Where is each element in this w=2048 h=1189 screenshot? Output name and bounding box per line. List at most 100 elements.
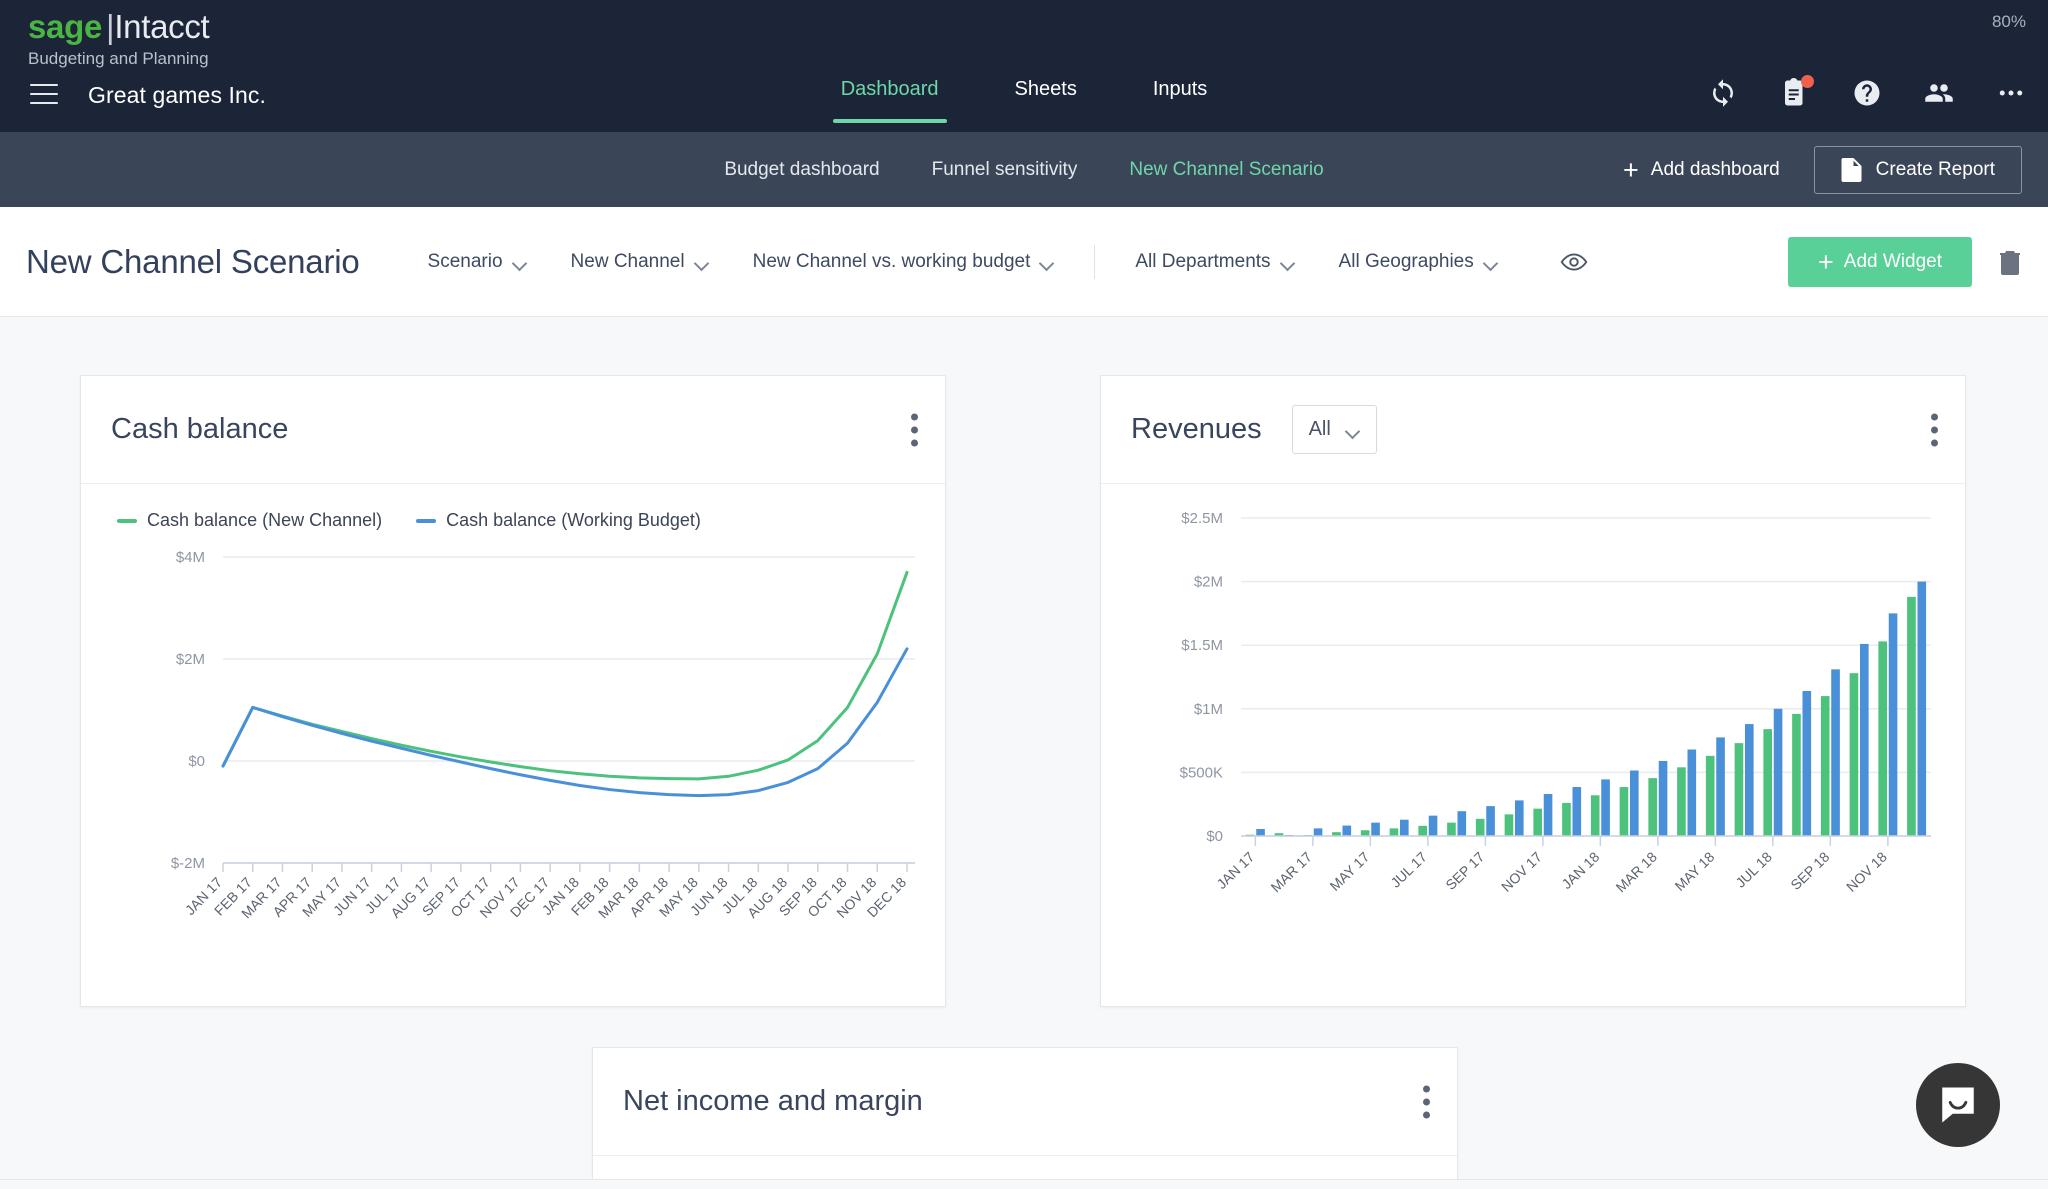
plus-icon: + <box>1817 246 1834 277</box>
svg-text:$2M: $2M <box>1194 574 1223 591</box>
svg-text:JAN 17: JAN 17 <box>1213 849 1257 893</box>
dashboard-actions: + Add dashboard Create Report <box>1622 145 2022 194</box>
tab-sheets[interactable]: Sheets <box>1007 74 1085 123</box>
revenues-scope-select[interactable]: All <box>1291 405 1377 454</box>
filter-scenario[interactable]: Scenario <box>406 245 549 279</box>
widget-menu-icon[interactable] <box>911 413 919 446</box>
svg-text:SEP 17: SEP 17 <box>1442 849 1487 893</box>
brand-logo: sage |Intacct Budgeting and Planning <box>28 8 210 70</box>
svg-text:MAR 18: MAR 18 <box>1612 849 1660 896</box>
clipboard-icon[interactable] <box>1780 75 1814 108</box>
help-icon[interactable] <box>1852 78 1882 108</box>
svg-text:SEP 18: SEP 18 <box>1787 849 1832 893</box>
filter-geographies[interactable]: All Geographies <box>1317 245 1520 279</box>
filter-departments-label: All Departments <box>1135 250 1271 272</box>
top-header-bar: sage |Intacct Budgeting and Planning 80% … <box>0 0 2048 132</box>
widget-body: $2.5M $2M $1.5M $1M $500K $0 JAN 17 MAR 17 MAY 1… <box>1101 484 1965 1006</box>
users-icon[interactable] <box>1924 78 1954 108</box>
widget-cash-balance: Cash balance Cash balance (New Channel) … <box>80 375 946 1007</box>
add-dashboard-button[interactable]: + Add dashboard <box>1622 154 1780 185</box>
add-dashboard-label: Add dashboard <box>1650 158 1780 180</box>
widget-menu-icon[interactable] <box>1931 413 1939 446</box>
chevron-down-icon <box>1347 426 1360 434</box>
filter-new-channel[interactable]: New Channel <box>549 245 731 279</box>
svg-text:$0: $0 <box>1206 828 1223 845</box>
svg-text:JAN 18: JAN 18 <box>1558 849 1602 893</box>
chat-bubble-icon <box>1942 1087 1974 1123</box>
brand-subtitle: Budgeting and Planning <box>28 49 209 68</box>
widget-title-revenues: Revenues <box>1131 413 1262 445</box>
widget-revenues: Revenues All $2.5M $2M $1.5M $1M $500K $0 JAN … <box>1100 375 1966 1007</box>
svg-text:MAR 17: MAR 17 <box>1267 849 1315 896</box>
page-bottom-strip <box>0 1179 2048 1189</box>
svg-text:$2.5M: $2.5M <box>1181 510 1223 527</box>
svg-text:MAY 18: MAY 18 <box>1671 849 1717 894</box>
dashboard-canvas: Cash balance Cash balance (New Channel) … <box>0 317 2048 1189</box>
revenues-scope-value: All <box>1308 418 1331 440</box>
chevron-down-icon <box>1485 258 1498 266</box>
add-widget-button[interactable]: + Add Widget <box>1787 236 1972 287</box>
brand-logo-text: sage |Intacct <box>28 8 210 46</box>
dashboard-tab-budget-dashboard[interactable]: Budget dashboard <box>724 159 879 181</box>
dashboard-tab-new-channel-scenario[interactable]: New Channel Scenario <box>1129 159 1323 181</box>
svg-text:NOV 18: NOV 18 <box>1843 849 1890 895</box>
more-icon[interactable] <box>1996 78 2026 108</box>
brand-sage-text: sage <box>28 8 103 45</box>
visibility-eye-icon[interactable] <box>1560 248 1588 276</box>
legend-item-working-budget: Cash balance (Working Budget) <box>416 510 701 531</box>
svg-text:$4M: $4M <box>176 549 205 566</box>
svg-text:$1.5M: $1.5M <box>1181 637 1223 654</box>
create-report-label: Create Report <box>1875 158 1995 180</box>
filter-geographies-label: All Geographies <box>1338 250 1474 272</box>
tab-dashboard[interactable]: Dashboard <box>832 74 947 123</box>
chat-launcher-button[interactable] <box>1916 1063 2000 1147</box>
widget-menu-icon[interactable] <box>1423 1085 1431 1118</box>
sync-icon[interactable] <box>1708 78 1738 108</box>
widget-title-cash-balance: Cash balance <box>111 413 289 445</box>
widget-title-net-income: Net income and margin <box>623 1085 923 1117</box>
svg-text:$500K: $500K <box>1180 764 1223 781</box>
legend-label: Cash balance (Working Budget) <box>446 510 701 530</box>
revenues-bar-chart: $2.5M $2M $1.5M $1M $500K $0 JAN 17 MAR 17 MAY 1… <box>1180 510 1931 896</box>
svg-text:JUL 17: JUL 17 <box>1387 849 1430 891</box>
filter-bar-actions: + Add Widget <box>1787 236 2022 287</box>
chevron-down-icon <box>1282 258 1295 266</box>
filter-new-channel-label: New Channel <box>570 250 685 272</box>
widget-header: Revenues All <box>1101 376 1965 484</box>
notification-badge <box>1801 75 1814 88</box>
widget-header: Cash balance <box>81 376 945 484</box>
add-widget-label: Add Widget <box>1843 250 1942 272</box>
plus-icon: + <box>1622 154 1639 185</box>
tab-inputs[interactable]: Inputs <box>1145 74 1215 123</box>
svg-text:$-2M: $-2M <box>171 855 205 872</box>
widget-net-income-and-margin: Net income and margin <box>592 1047 1458 1189</box>
chevron-down-icon <box>1041 258 1054 266</box>
chevron-down-icon <box>696 258 709 266</box>
chart-legend: Cash balance (New Channel) Cash balance … <box>81 484 945 531</box>
filter-scenario-label: Scenario <box>427 250 503 272</box>
dashboard-tab-list: Budget dashboard Funnel sensitivity New … <box>724 159 1323 181</box>
svg-text:$2M: $2M <box>176 651 205 668</box>
legend-swatch <box>117 518 137 523</box>
filter-comparison[interactable]: New Channel vs. working budget <box>731 245 1077 279</box>
header-icon-group <box>1708 75 2026 108</box>
svg-text:NOV 17: NOV 17 <box>1498 849 1545 895</box>
delete-dashboard-trash-icon[interactable] <box>1998 248 2022 275</box>
page-title: New Channel Scenario <box>26 242 360 280</box>
brand-intacct-text: Intacct <box>114 8 210 45</box>
svg-text:$0: $0 <box>188 753 205 770</box>
document-icon <box>1841 157 1862 182</box>
svg-text:JUL 18: JUL 18 <box>1732 849 1775 891</box>
create-report-button[interactable]: Create Report <box>1813 145 2022 194</box>
widget-body: Cash balance (New Channel) Cash balance … <box>81 484 945 1023</box>
dashboard-nav-bar: Budget dashboard Funnel sensitivity New … <box>0 132 2048 207</box>
dashboard-tab-funnel-sensitivity[interactable]: Funnel sensitivity <box>932 159 1078 181</box>
legend-label: Cash balance (New Channel) <box>147 510 383 530</box>
filter-departments[interactable]: All Departments <box>1113 245 1316 279</box>
widget-header: Net income and margin <box>593 1048 1457 1156</box>
legend-item-new-channel: Cash balance (New Channel) <box>117 510 382 531</box>
filter-divider <box>1094 244 1096 279</box>
filter-group: Scenario New Channel New Channel vs. wor… <box>406 244 1588 279</box>
svg-text:$1M: $1M <box>1194 701 1223 718</box>
filter-bar: New Channel Scenario Scenario New Channe… <box>0 207 2048 317</box>
